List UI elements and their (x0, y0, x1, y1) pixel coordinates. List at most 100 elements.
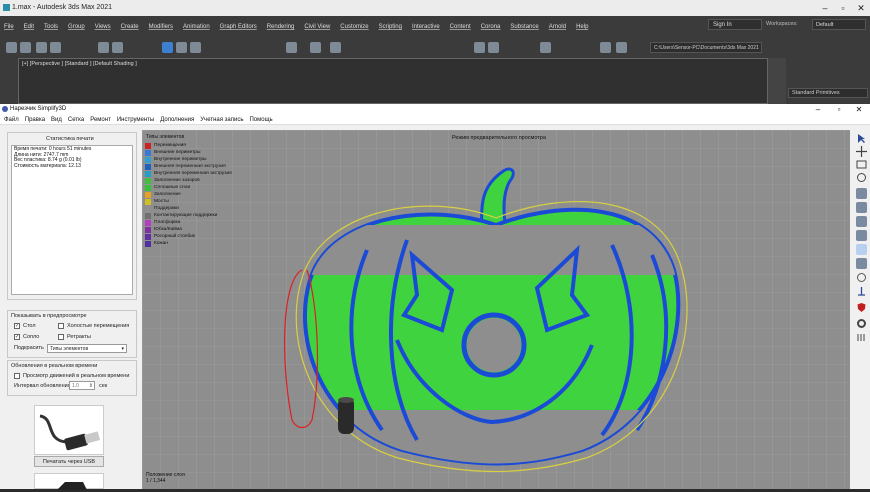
max-menu-file[interactable]: File (4, 24, 14, 30)
max-menu-interactive[interactable]: Interactive (412, 24, 440, 30)
s3d-menu-edit[interactable]: Правка (25, 117, 45, 123)
render-setup-icon[interactable] (600, 42, 611, 53)
percent-snap-icon[interactable] (330, 42, 341, 53)
s3d-maximize-button[interactable]: ▫ (829, 104, 849, 115)
angle-snap-icon[interactable] (310, 42, 321, 53)
checkbox-bed-label: Стол (23, 323, 36, 329)
s3d-menu-addons[interactable]: Дополнения (160, 117, 194, 123)
gear-icon[interactable] (856, 318, 867, 329)
project-path-field[interactable]: C:\Users\Sensor-PC\Documents\3ds Max 202… (650, 42, 762, 53)
material-editor-icon[interactable] (540, 42, 551, 53)
max-menu-create[interactable]: Create (121, 24, 139, 30)
snap-icon[interactable] (286, 42, 297, 53)
cross-section-icon[interactable] (856, 244, 867, 255)
legend-label: Юбка/Кайма (154, 227, 182, 232)
max-menu-animation[interactable]: Animation (183, 24, 210, 30)
max-menu-corona[interactable]: Corona (481, 24, 501, 30)
print-via-usb-button[interactable]: Печатать через USB (34, 456, 104, 467)
max-menu-customize[interactable]: Customize (340, 24, 368, 30)
perspective-viewport[interactable]: [+] [Perspective ] [Standard ] [Default … (18, 58, 768, 104)
s3d-menu-file[interactable]: Файл (4, 117, 19, 123)
standard-primitives-select[interactable]: Standard Primitives (788, 88, 868, 98)
shield-icon[interactable] (856, 302, 867, 313)
s3d-menu-help[interactable]: Помощь (249, 117, 272, 123)
select-object-icon[interactable] (98, 42, 109, 53)
max-menu-views[interactable]: Views (95, 24, 111, 30)
s3d-title-bar: Нарезчик Simplify3D (0, 104, 870, 115)
align-icon[interactable] (488, 42, 499, 53)
max-menu-graph-editors[interactable]: Graph Editors (220, 24, 257, 30)
legend-swatch (145, 185, 151, 191)
scale-icon[interactable] (190, 42, 201, 53)
checkbox-retractions[interactable] (58, 334, 64, 340)
legend-swatch (145, 241, 151, 247)
stat-material-cost: Стоимость материала: 12.13 (14, 162, 81, 169)
mirror-icon[interactable] (474, 42, 485, 53)
stats-text-area[interactable]: Время печати: 0 hours 51 minutes Длина н… (11, 145, 133, 295)
top-view-icon[interactable] (856, 230, 867, 241)
checkbox-nozzle[interactable]: ✓ (14, 334, 20, 340)
render-icon[interactable] (616, 42, 627, 53)
checkbox-retractions-label: Ретракты (67, 334, 91, 340)
s3d-menu-repair[interactable]: Ремонт (90, 117, 111, 123)
move-icon[interactable] (162, 42, 173, 53)
interval-spinbox[interactable]: 1.0 ⇕ (69, 381, 95, 390)
zoom-icon[interactable] (856, 159, 867, 170)
max-menu-modifiers[interactable]: Modifiers (149, 24, 173, 30)
max-menu-rendering[interactable]: Rendering (267, 24, 295, 30)
max-menu-tools[interactable]: Tools (44, 24, 58, 30)
s3d-minimize-button[interactable]: – (808, 104, 828, 115)
settings-icon[interactable] (856, 332, 867, 343)
spinner-arrows-icon[interactable]: ⇕ (89, 382, 93, 390)
color-by-select[interactable]: Типы элементов ▾ (47, 344, 127, 353)
measure-icon[interactable] (856, 272, 867, 283)
sd-card-image (34, 473, 104, 490)
max-title-bar: 1.max - Autodesk 3ds Max 2021 (0, 0, 870, 16)
legend-label: Сплошные слои (154, 185, 191, 190)
max-close-button[interactable]: ✕ (848, 0, 870, 16)
redo-icon[interactable] (20, 42, 31, 53)
unlink-icon[interactable] (50, 42, 61, 53)
checkbox-realtime-preview[interactable] (14, 373, 20, 379)
max-menu-edit[interactable]: Edit (24, 24, 34, 30)
max-menu-content[interactable]: Content (450, 24, 471, 30)
viewport-label[interactable]: [+] [Perspective ] [Standard ] [Default … (22, 61, 137, 67)
max-menu-civil-view[interactable]: Civil View (304, 24, 330, 30)
checkbox-nozzle-label: Сопло (23, 334, 40, 340)
s3d-menu-mesh[interactable]: Сетка (68, 117, 84, 123)
max-menu-group[interactable]: Group (68, 24, 85, 30)
legend-label: Кожан (154, 241, 168, 246)
left-view-icon[interactable] (856, 216, 867, 227)
checkbox-bed[interactable]: ✓ (14, 323, 20, 329)
link-icon[interactable] (36, 42, 47, 53)
sign-in-button[interactable]: Sign In (708, 19, 762, 30)
legend-label: Контактирующие поддержки (154, 213, 218, 218)
s3d-close-button[interactable]: ✕ (849, 104, 869, 115)
bottom-view-icon[interactable] (856, 258, 867, 269)
max-menu-arnold[interactable]: Arnold (549, 24, 566, 30)
s3d-menu-tools[interactable]: Инструменты (117, 117, 154, 123)
undo-icon[interactable] (6, 42, 17, 53)
select-cursor-icon[interactable] (856, 133, 867, 144)
rotate-view-icon[interactable] (856, 172, 867, 183)
legend-label: Внутренняя переменная экструзия (154, 171, 232, 176)
s3d-title: Нарезчик Simplify3D (10, 106, 67, 112)
iso-view-icon[interactable] (856, 188, 867, 199)
realtime-title: Обновления в реальном времени (11, 363, 98, 369)
checkbox-travel-moves[interactable] (58, 323, 64, 329)
legend-swatch (145, 234, 151, 240)
front-view-icon[interactable] (856, 202, 867, 213)
max-menu-help[interactable]: Help (576, 24, 588, 30)
pan-icon[interactable] (856, 146, 867, 157)
rotate-icon[interactable] (176, 42, 187, 53)
axis-icon[interactable] (856, 286, 867, 297)
s3d-menu-view[interactable]: Вид (51, 117, 62, 123)
workspaces-select[interactable]: Default (812, 19, 866, 30)
legend-label: Перемещения (154, 143, 186, 148)
max-menu-scripting[interactable]: Scripting (379, 24, 402, 30)
legend-label: Заполнение (154, 192, 181, 197)
select-by-name-icon[interactable] (112, 42, 123, 53)
preview-viewport[interactable] (142, 130, 850, 489)
s3d-menu-account[interactable]: Учетная запись (200, 117, 243, 123)
max-menu-substance[interactable]: Substance (510, 24, 538, 30)
